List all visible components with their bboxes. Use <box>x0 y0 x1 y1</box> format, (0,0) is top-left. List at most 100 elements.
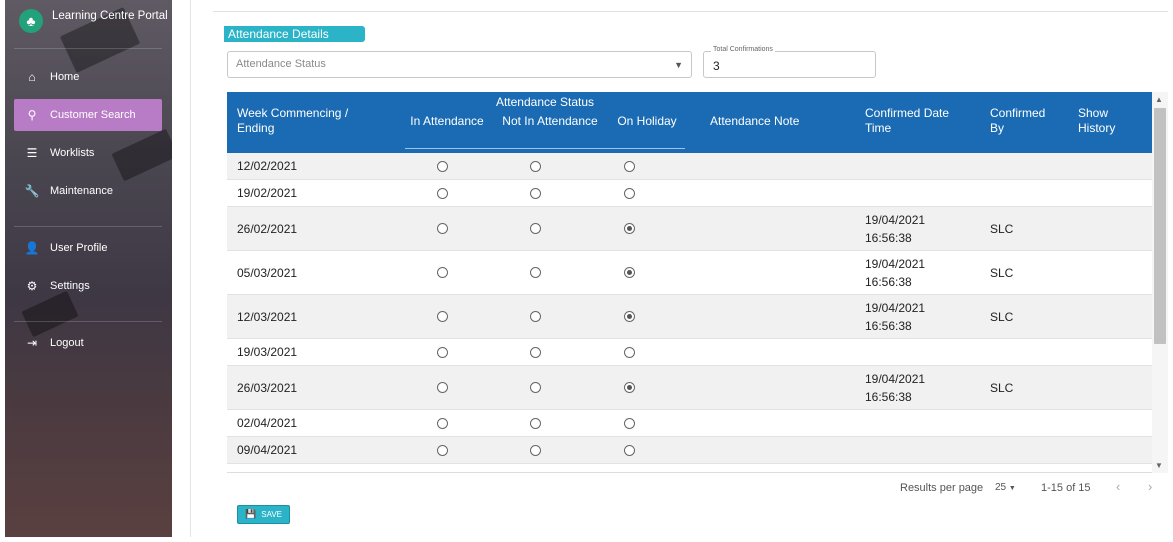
column-header-week[interactable]: Week Commencing / Ending <box>237 106 387 136</box>
app-title: Learning Centre Portal <box>52 10 168 22</box>
brand[interactable]: ♣ Learning Centre Portal <box>19 9 168 33</box>
radio-on-holiday[interactable] <box>624 160 635 172</box>
section-title: Attendance Details <box>224 26 365 42</box>
column-header-confirmed-by[interactable]: Confirmed By <box>990 106 1060 136</box>
scroll-up-icon[interactable]: ▲ <box>1155 95 1163 104</box>
chevron-down-icon: ▼ <box>1008 485 1016 492</box>
radio-not-in-attendance[interactable] <box>530 223 541 234</box>
radio-on-holiday[interactable] <box>624 223 635 234</box>
table-row: 05/03/2021 19/04/2021 16:56:38 SLC <box>227 251 1152 295</box>
week-cell: 12/02/2021 <box>237 159 298 173</box>
column-header-confirmed-date-time[interactable]: Confirmed Date Time <box>865 106 965 136</box>
radio-in-attendance[interactable] <box>437 346 448 358</box>
nav-item-label: Maintenance <box>50 185 113 197</box>
confirmed-time: 16:56:38 <box>865 274 912 289</box>
table-row: 19/03/2021 <box>227 339 1152 366</box>
table-header: Week Commencing / Ending Attendance Stat… <box>227 92 1152 153</box>
column-header-in-attendance[interactable]: In Attendance <box>407 114 487 129</box>
radio-on-holiday[interactable] <box>624 417 635 429</box>
radio-not-in-attendance[interactable] <box>530 382 541 393</box>
confirmed-date-time-cell: 19/04/2021 16:56:38 <box>865 370 925 406</box>
radio-in-attendance[interactable] <box>437 187 448 199</box>
week-cell: 02/04/2021 <box>237 416 298 430</box>
radio-not-in-attendance[interactable] <box>530 160 541 172</box>
radio-on-holiday[interactable] <box>624 382 635 393</box>
column-header-attendance-note[interactable]: Attendance Note <box>710 114 830 129</box>
save-button[interactable]: 💾 SAVE <box>237 505 290 524</box>
scrollbar-thumb[interactable] <box>1154 108 1166 344</box>
nav-item-worklists[interactable]: ☰ Worklists <box>14 137 162 169</box>
radio-in-attendance[interactable] <box>437 311 448 322</box>
radio-in-attendance[interactable] <box>437 444 448 456</box>
week-cell: 26/03/2021 <box>237 380 298 395</box>
confirmed-time: 16:56:38 <box>865 230 912 245</box>
radio-not-in-attendance[interactable] <box>530 444 541 456</box>
results-per-page-value: 25 <box>995 482 1007 493</box>
total-confirmations-field[interactable]: Total Confirmations 3 <box>703 46 876 78</box>
nav-item-settings[interactable]: ⚙ Settings <box>14 270 162 302</box>
previous-page-icon[interactable]: ‹ <box>1116 479 1120 494</box>
sidebar: ♣ Learning Centre Portal ⌂ Home ⚲ Custom… <box>5 0 172 537</box>
logout-icon: ⇥ <box>26 336 38 350</box>
radio-not-in-attendance[interactable] <box>530 187 541 199</box>
radio-not-in-attendance[interactable] <box>530 417 541 429</box>
attendance-table: Week Commencing / Ending Attendance Stat… <box>227 92 1168 473</box>
confirmed-date: 19/04/2021 <box>865 212 926 227</box>
radio-on-holiday[interactable] <box>624 187 635 199</box>
gear-icon: ⚙ <box>26 279 38 293</box>
nav-item-label: Worklists <box>50 147 95 159</box>
next-page-icon[interactable]: › <box>1148 479 1152 494</box>
nav-item-user-profile[interactable]: 👤 User Profile <box>14 232 162 264</box>
confirmed-date: 19/04/2021 <box>865 256 926 271</box>
radio-not-in-attendance[interactable] <box>530 346 541 358</box>
table-row: 26/03/2021 19/04/2021 16:56:38 SLC <box>227 366 1152 410</box>
nav-item-label: Logout <box>50 337 84 349</box>
group-underline <box>405 148 685 149</box>
radio-in-attendance[interactable] <box>437 267 448 278</box>
radio-in-attendance[interactable] <box>437 223 448 234</box>
confirmed-by-cell: SLC <box>990 309 1014 324</box>
column-header-show-history[interactable]: Show History <box>1078 106 1138 136</box>
radio-not-in-attendance[interactable] <box>530 267 541 278</box>
save-button-label: SAVE <box>261 510 282 519</box>
nav-item-label: User Profile <box>50 242 108 254</box>
radio-in-attendance[interactable] <box>437 417 448 429</box>
radio-on-holiday[interactable] <box>624 311 635 322</box>
nav-item-maintenance[interactable]: 🔧 Maintenance <box>14 175 162 207</box>
content-border <box>190 0 191 537</box>
nav-item-customer-search[interactable]: ⚲ Customer Search <box>14 99 162 131</box>
attendance-status-placeholder: Attendance Status <box>236 58 326 70</box>
radio-on-holiday[interactable] <box>624 444 635 456</box>
week-cell: 19/03/2021 <box>237 345 298 359</box>
home-icon: ⌂ <box>28 70 36 84</box>
radio-on-holiday[interactable] <box>624 267 635 278</box>
nav-item-label: Customer Search <box>50 109 136 121</box>
column-header-not-in-attendance[interactable]: Not In Attendance <box>500 114 600 129</box>
nav-item-home[interactable]: ⌂ Home <box>14 61 162 93</box>
week-cell: 26/02/2021 <box>237 221 298 236</box>
table-row: 12/03/2021 19/04/2021 16:56:38 SLC <box>227 295 1152 339</box>
nav-item-label: Settings <box>50 280 90 292</box>
attendance-status-select[interactable]: Attendance Status ▼ <box>227 51 692 78</box>
column-header-on-holiday[interactable]: On Holiday <box>612 114 682 129</box>
table-row: 19/02/2021 <box>227 180 1152 207</box>
radio-in-attendance[interactable] <box>437 160 448 172</box>
radio-on-holiday[interactable] <box>624 346 635 358</box>
results-per-page-select[interactable]: 25 ▼ <box>995 482 1016 493</box>
confirmed-time: 16:56:38 <box>865 389 912 404</box>
floppy-disk-icon: 💾 <box>245 509 257 519</box>
confirmed-date: 19/04/2021 <box>865 371 926 386</box>
scroll-down-icon[interactable]: ▼ <box>1155 461 1163 470</box>
week-cell: 09/04/2021 <box>237 443 298 457</box>
table-scrollbar[interactable]: ▲ ▼ <box>1152 92 1168 473</box>
week-cell: 12/03/2021 <box>237 309 298 324</box>
confirmed-date-time-cell: 19/04/2021 16:56:38 <box>865 299 925 335</box>
week-cell: 19/02/2021 <box>237 186 298 200</box>
chevron-down-icon: ▼ <box>674 60 683 70</box>
nav-item-logout[interactable]: ⇥ Logout <box>14 327 162 359</box>
confirmed-by-cell: SLC <box>990 221 1014 236</box>
confirmed-date-time-cell: 19/04/2021 16:56:38 <box>865 211 925 247</box>
pagination-range: 1-15 of 15 <box>1041 482 1091 494</box>
radio-in-attendance[interactable] <box>437 382 448 393</box>
radio-not-in-attendance[interactable] <box>530 311 541 322</box>
